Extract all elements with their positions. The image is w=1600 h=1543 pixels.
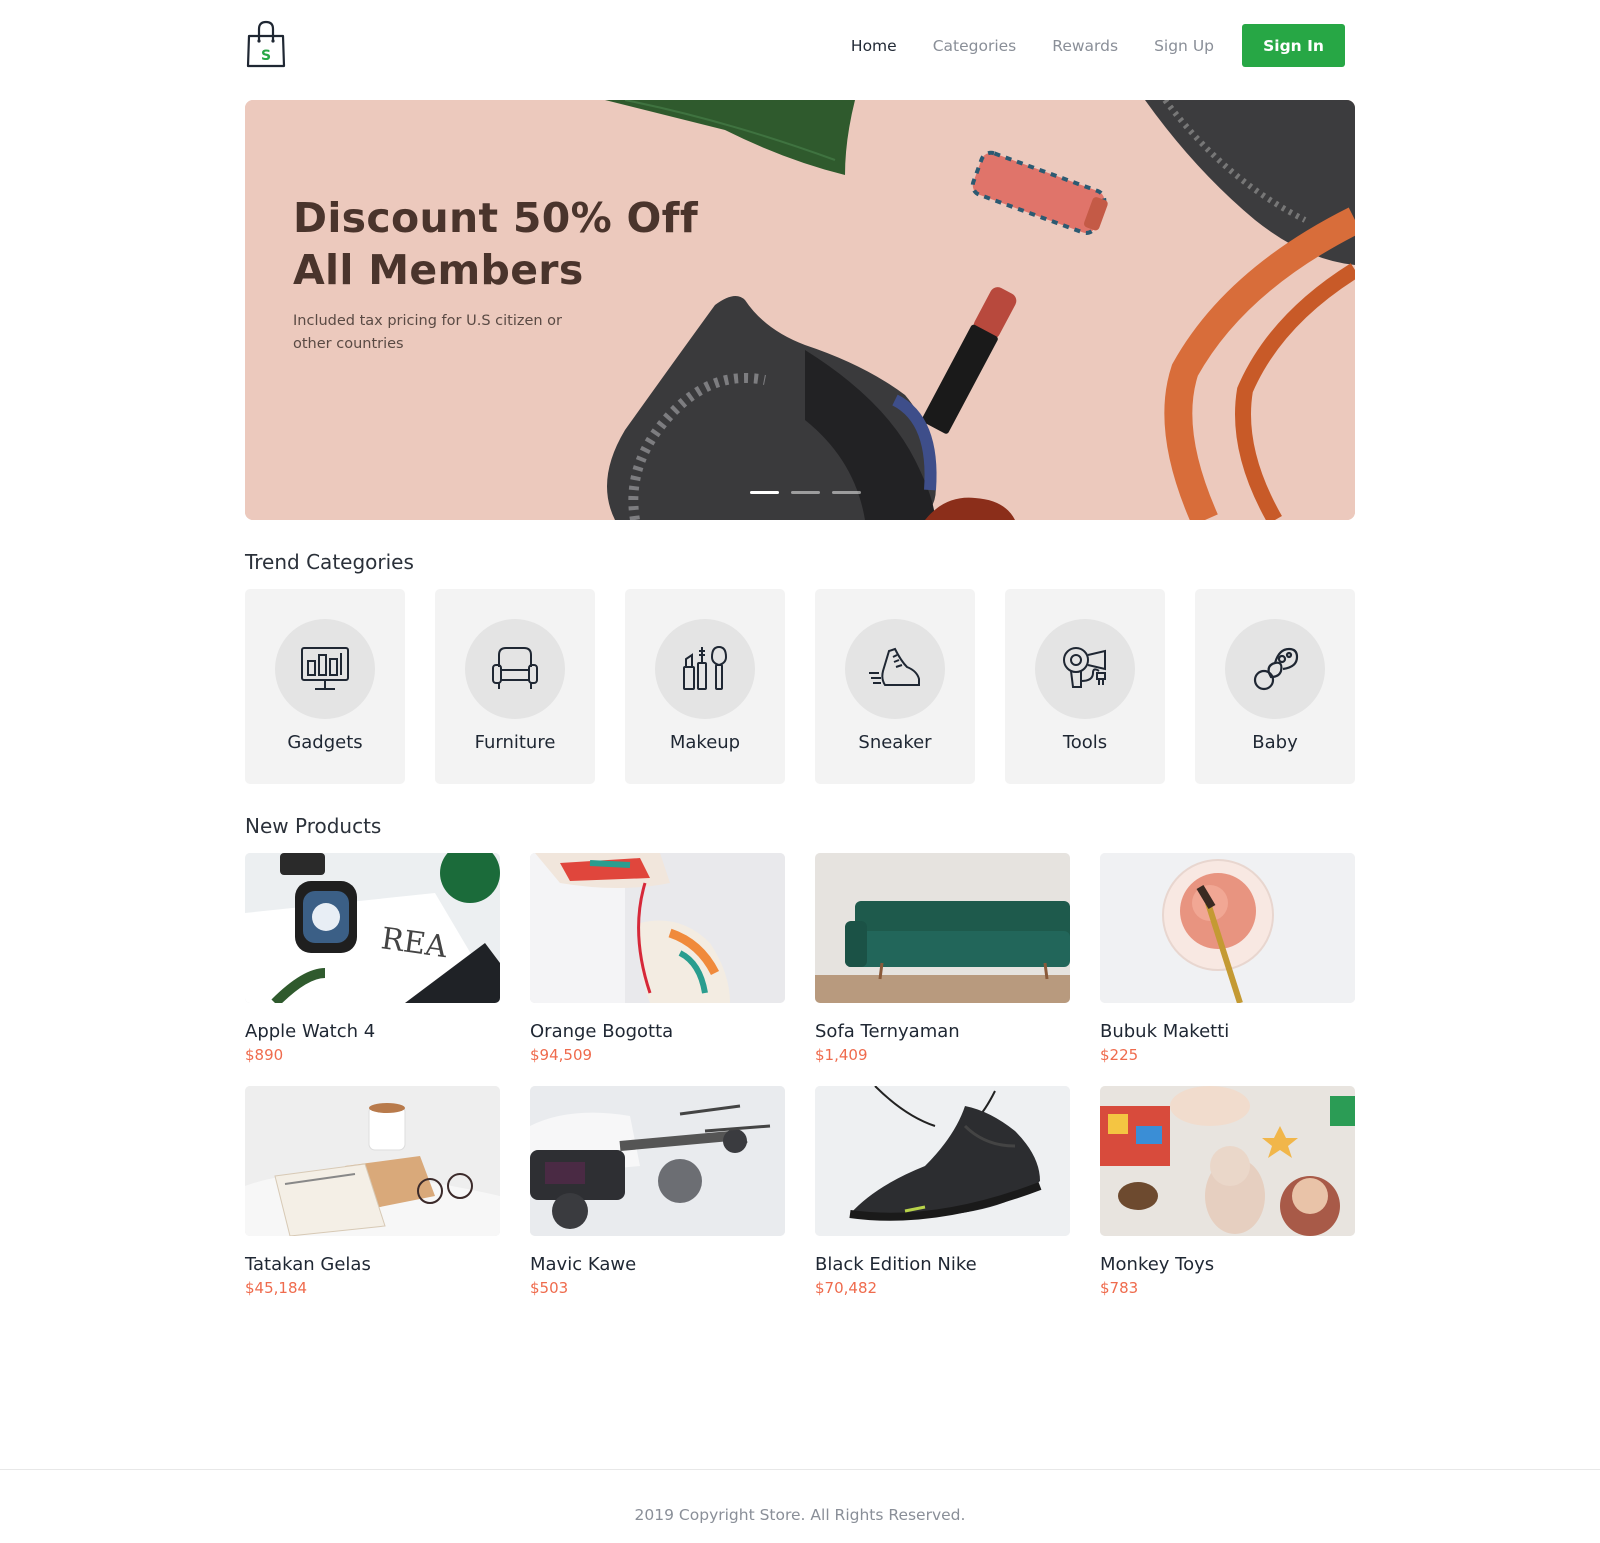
carousel-dot-3[interactable] (832, 491, 861, 494)
category-sneaker[interactable]: Sneaker (815, 589, 975, 784)
category-label: Tools (1062, 732, 1108, 753)
product-card[interactable]: Mavic Kawe $503 (530, 1086, 785, 1301)
nav-sign-up[interactable]: Sign Up (1154, 37, 1214, 55)
header: S Home Categories Rewards Sign Up Sign I… (245, 0, 1355, 96)
new-products-title: New Products (245, 814, 382, 838)
product-name: Monkey Toys (1100, 1254, 1215, 1275)
category-label: Baby (1252, 732, 1298, 753)
product-image (1100, 853, 1355, 1004)
category-icon-circle (655, 619, 755, 719)
pacifier-icon (1253, 647, 1299, 691)
category-icon-circle (845, 619, 945, 719)
category-label: Sneaker (858, 732, 932, 753)
hair-dryer-icon (1063, 647, 1106, 688)
product-name: Apple Watch 4 (245, 1021, 376, 1042)
category-label: Furniture (474, 732, 556, 753)
nav-home[interactable]: Home (851, 37, 897, 55)
shopping-bag-logo-icon[interactable]: S (245, 20, 287, 70)
product-grid: REA Apple Watch 4 $890 Orange Bogotta $9… (245, 843, 1355, 1301)
product-image (815, 1085, 1070, 1236)
product-card[interactable]: Black Edition Nike $70,482 (815, 1085, 1070, 1301)
category-furniture[interactable]: Furniture (435, 589, 595, 784)
product-image (815, 853, 1070, 1003)
category-list: Gadgets Furniture Makeup Sneaker Tools B… (245, 589, 1355, 784)
product-image: REA (245, 843, 500, 1007)
hero-banner[interactable]: Discount 50% Off All Members Included ta… (245, 100, 1355, 520)
category-label: Makeup (669, 732, 741, 753)
nav-rewards[interactable]: Rewards (1052, 37, 1118, 55)
category-icon-circle (275, 619, 375, 719)
category-gadgets[interactable]: Gadgets (245, 589, 405, 784)
main-nav: Home Categories Rewards Sign Up Sign In (815, 24, 1345, 67)
product-price: $783 (1100, 1279, 1139, 1297)
category-icon-circle (1035, 619, 1135, 719)
category-makeup[interactable]: Makeup (625, 589, 785, 784)
product-card[interactable]: REA Apple Watch 4 $890 (245, 843, 500, 1068)
hero-subtitle: Included tax pricing for U.S citizen or … (293, 313, 563, 352)
product-card[interactable]: Orange Bogotta $94,509 (530, 853, 785, 1068)
makeup-icon (683, 645, 728, 690)
product-name: Tatakan Gelas (245, 1254, 371, 1275)
product-name: Black Edition Nike (815, 1254, 977, 1275)
category-baby[interactable]: Baby (1195, 589, 1355, 784)
product-card[interactable]: Sofa Ternyaman $1,409 (815, 853, 1070, 1068)
hero-title-line1: Discount 50% Off (293, 194, 698, 242)
product-price: $890 (245, 1046, 284, 1064)
product-price: $1,409 (815, 1046, 868, 1064)
sign-in-button[interactable]: Sign In (1242, 24, 1345, 67)
product-name: Mavic Kawe (530, 1254, 637, 1275)
product-image (245, 1086, 500, 1237)
product-card[interactable]: Bubuk Maketti $225 (1100, 853, 1355, 1068)
category-icon-circle (1225, 619, 1325, 719)
product-price: $45,184 (245, 1279, 308, 1297)
category-icon-circle (465, 619, 565, 719)
category-tools[interactable]: Tools (1005, 589, 1165, 784)
product-name: Orange Bogotta (530, 1021, 674, 1042)
svg-text:S: S (261, 48, 271, 64)
product-price: $503 (530, 1279, 569, 1297)
category-label: Gadgets (287, 732, 363, 753)
product-image (530, 853, 785, 1003)
gadgets-icon (301, 647, 349, 690)
nav-categories[interactable]: Categories (933, 37, 1017, 55)
copyright-text: 2019 Copyright Store. All Rights Reserve… (634, 1506, 966, 1524)
sneaker-icon (869, 647, 920, 686)
product-image (530, 1086, 785, 1236)
trend-categories-title: Trend Categories (245, 550, 414, 574)
hero-title: Discount 50% Off All Members (293, 192, 773, 296)
footer: 2019 Copyright Store. All Rights Reserve… (0, 1469, 1600, 1543)
product-price: $70,482 (815, 1279, 878, 1297)
carousel-indicators (750, 491, 873, 494)
product-card[interactable]: Tatakan Gelas $45,184 (245, 1086, 500, 1301)
product-image (1100, 1086, 1355, 1236)
armchair-icon (492, 647, 538, 689)
product-name: Sofa Ternyaman (815, 1021, 960, 1042)
product-price: $94,509 (530, 1046, 593, 1064)
product-price: $225 (1100, 1046, 1139, 1064)
product-name: Bubuk Maketti (1100, 1021, 1230, 1042)
hero-title-line2: All Members (293, 246, 584, 294)
product-card[interactable]: Monkey Toys $783 (1100, 1086, 1355, 1301)
carousel-dot-2[interactable] (791, 491, 820, 494)
carousel-dot-1[interactable] (750, 491, 779, 494)
